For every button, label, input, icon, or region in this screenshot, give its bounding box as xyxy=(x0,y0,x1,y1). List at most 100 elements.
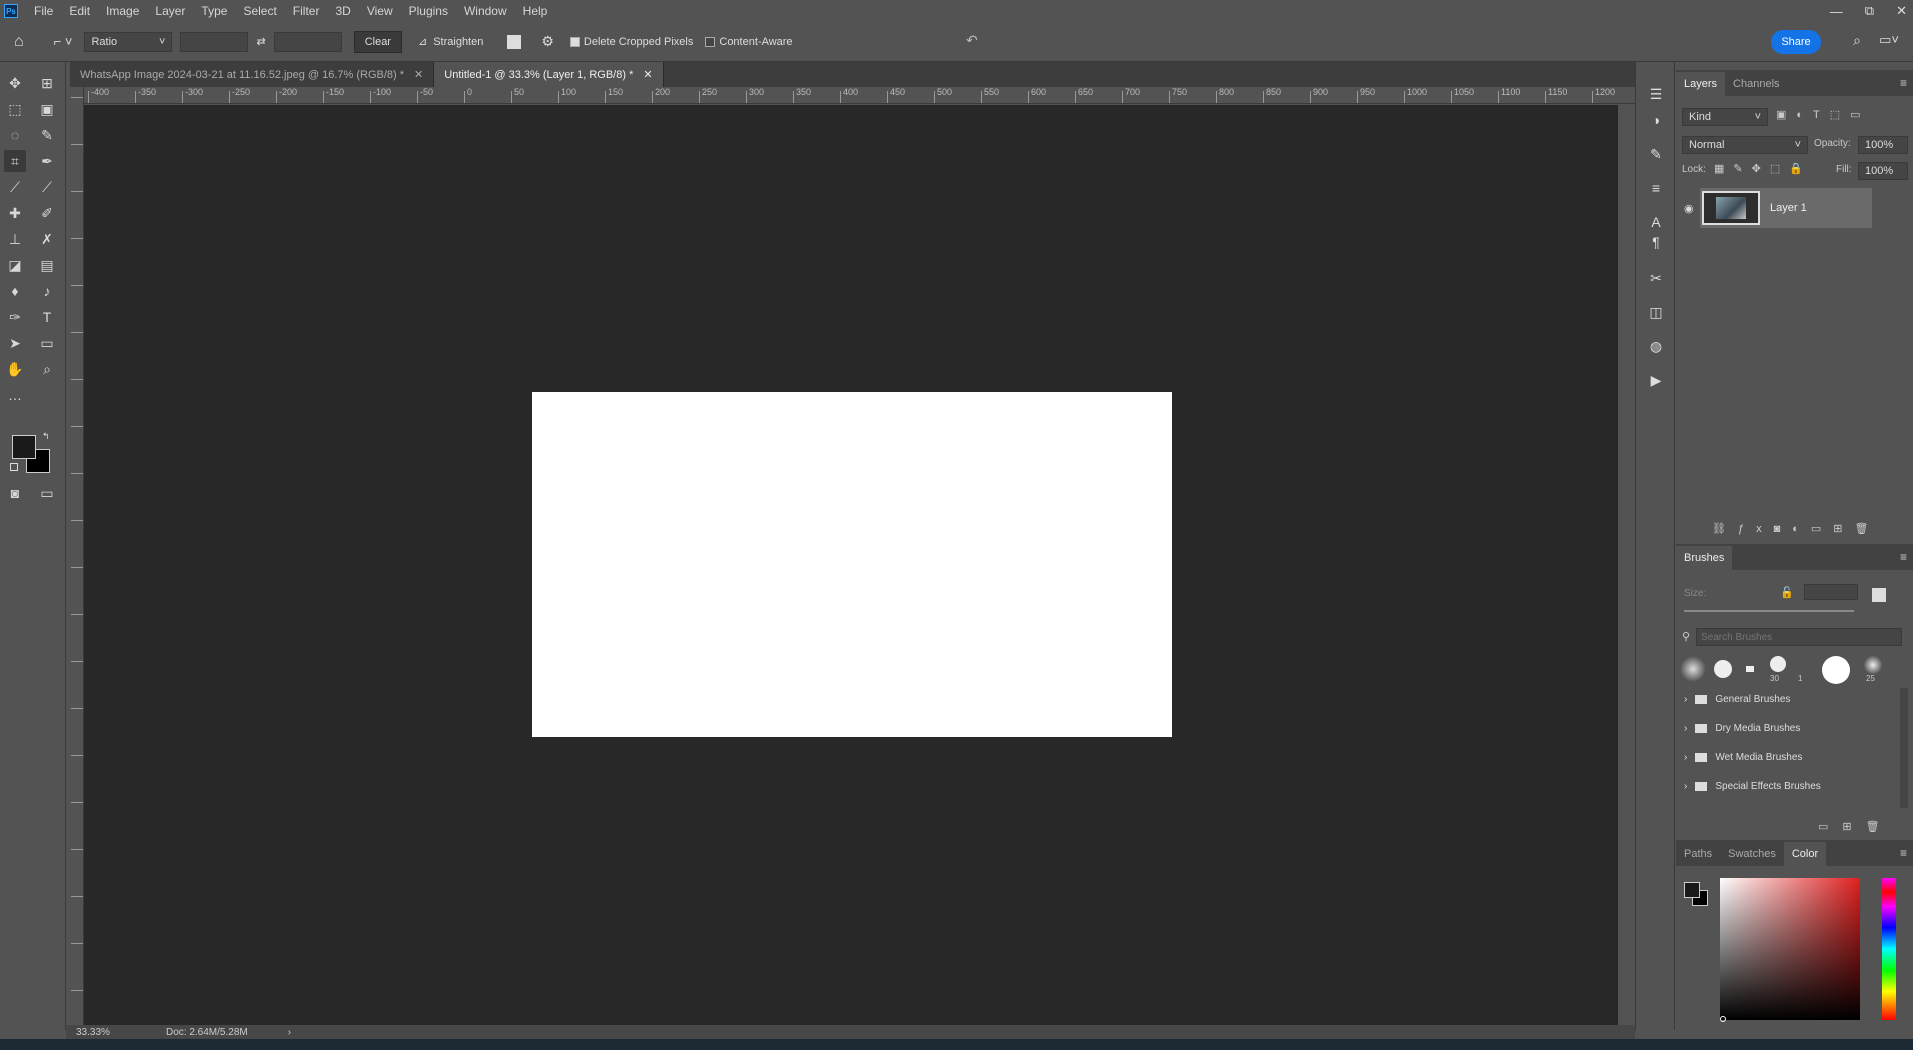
zoom-tool-icon[interactable]: ⌕ xyxy=(36,358,58,380)
clone-stamp-tool-icon[interactable]: ⊥ xyxy=(4,228,26,250)
width-ratio-input[interactable] xyxy=(180,31,249,52)
hand-tool-icon[interactable]: ✋ xyxy=(4,358,26,380)
vertical-scrollbar[interactable] xyxy=(1618,105,1635,1025)
close-icon[interactable]: ✕ xyxy=(1896,3,1907,19)
zoom-level[interactable]: 33.33% xyxy=(76,1027,146,1038)
menu-edit[interactable]: Edit xyxy=(61,4,98,18)
search-icon[interactable]: ⌕ xyxy=(1853,32,1861,49)
screen-mode-icon[interactable]: ▭ xyxy=(36,482,58,504)
object-select-tool-icon[interactable]: ▣ xyxy=(36,98,58,120)
type-tool-icon[interactable]: T xyxy=(36,306,58,328)
gradient-tool-icon[interactable]: ▤ xyxy=(36,254,58,276)
reset-icon[interactable]: ↶ xyxy=(966,32,978,49)
color-fg-swatch[interactable] xyxy=(1684,882,1700,898)
fill-field[interactable]: 100% xyxy=(1858,162,1908,180)
home-icon[interactable]: ⌂ xyxy=(14,33,24,51)
menu-help[interactable]: Help xyxy=(515,4,556,18)
menu-plugins[interactable]: Plugins xyxy=(401,4,456,18)
brush-preset[interactable] xyxy=(1714,660,1732,678)
status-menu-icon[interactable]: › xyxy=(288,1027,291,1038)
clear-button[interactable]: Clear xyxy=(353,30,402,53)
layer-name[interactable]: Layer 1 xyxy=(1770,202,1807,214)
brush-preset[interactable] xyxy=(1864,656,1882,674)
pen-tool-icon[interactable]: ✑ xyxy=(4,306,26,328)
rectangle-tool-icon[interactable]: ▭ xyxy=(36,332,58,354)
document-tab-active[interactable]: Untitled-1 @ 33.3% (Layer 1, RGB/8) * ✕ xyxy=(434,62,664,87)
gear-icon[interactable]: ⚙ xyxy=(541,33,554,50)
menu-filter[interactable]: Filter xyxy=(285,4,328,18)
swap-colors-icon[interactable]: ↰ xyxy=(42,431,50,442)
move-tool-icon[interactable]: ✥ xyxy=(4,72,26,94)
content-aware-checkbox[interactable]: Content-Aware xyxy=(705,36,793,48)
kind-filter-select[interactable]: Kind ˅ xyxy=(1682,108,1768,126)
close-tab-icon[interactable]: ✕ xyxy=(643,68,652,81)
path-select-tool-icon[interactable]: ➤ xyxy=(4,332,26,354)
brush-tool-icon[interactable]: ✐ xyxy=(36,202,58,224)
workspace-icon[interactable]: ▭˅ xyxy=(1879,32,1899,48)
brush-preset[interactable] xyxy=(1680,656,1706,682)
brushes-scrollbar[interactable] xyxy=(1900,688,1908,808)
default-colors-icon[interactable] xyxy=(10,463,18,471)
spot-healing-tool-icon[interactable]: ✚ xyxy=(4,202,26,224)
brush-folder[interactable]: › Dry Media Brushes xyxy=(1684,717,1800,739)
tab-swatches[interactable]: Swatches xyxy=(1720,842,1784,866)
height-ratio-input[interactable] xyxy=(273,31,342,52)
adjustments-panel-icon[interactable]: ◑ xyxy=(1646,110,1666,130)
lock-size-icon[interactable]: 🔓 xyxy=(1780,586,1794,599)
panel-menu-icon[interactable]: ≡ xyxy=(1900,550,1907,564)
filter-icon[interactable]: ⚲ xyxy=(1682,630,1690,643)
menu-window[interactable]: Window xyxy=(456,4,515,18)
tab-paths[interactable]: Paths xyxy=(1676,842,1720,866)
search-brushes-input[interactable] xyxy=(1696,628,1902,646)
ratio-select[interactable]: Ratio ˅ xyxy=(84,31,173,52)
foreground-color-swatch[interactable] xyxy=(12,435,36,459)
document-tab[interactable]: WhatsApp Image 2024-03-21 at 11.16.52.jp… xyxy=(70,62,435,87)
paragraph-panel-icon[interactable]: ¶ xyxy=(1646,232,1666,252)
brush-preset[interactable] xyxy=(1770,656,1786,672)
actions-panel-icon[interactable]: ▶ xyxy=(1646,370,1666,390)
menu-file[interactable]: File xyxy=(26,4,61,18)
swap-icon[interactable]: ⇄ xyxy=(256,35,265,48)
quick-select-tool-icon[interactable]: ✎ xyxy=(36,124,58,146)
properties-panel-icon[interactable]: ≡ xyxy=(1646,178,1666,198)
lock-icons[interactable]: ▦✎✥⬚🔒 xyxy=(1714,162,1812,175)
brush-preset[interactable] xyxy=(1746,666,1754,672)
tab-brushes[interactable]: Brushes xyxy=(1676,546,1733,570)
artboard-tool-icon[interactable]: ⊞ xyxy=(36,72,58,94)
menu-image[interactable]: Image xyxy=(98,4,147,18)
quick-mask-icon[interactable]: ◙ xyxy=(4,482,26,504)
menu-layer[interactable]: Layer xyxy=(147,4,193,18)
character-panel-icon[interactable]: A xyxy=(1646,212,1666,232)
overlay-grid-icon[interactable] xyxy=(507,34,522,49)
canvas-workspace[interactable] xyxy=(84,105,1618,1025)
straighten-icon[interactable]: ⊿ xyxy=(418,35,427,48)
learn-panel-icon[interactable]: ◍ xyxy=(1646,336,1666,356)
panel-menu-icon[interactable]: ≡ xyxy=(1900,76,1907,90)
menu-3d[interactable]: 3D xyxy=(327,4,358,18)
brush-preset[interactable] xyxy=(1822,656,1850,684)
brush-folder[interactable]: › Wet Media Brushes xyxy=(1684,746,1802,768)
history-brush-tool-icon[interactable]: ✗ xyxy=(36,228,58,250)
glyphs-panel-icon[interactable]: ✂ xyxy=(1646,268,1666,288)
visibility-eye-icon[interactable]: ◉ xyxy=(1684,202,1694,215)
blur-tool-icon[interactable]: ♦ xyxy=(4,280,26,302)
eyedropper-tool-icon[interactable]: ✒ xyxy=(36,150,58,172)
libraries-panel-icon[interactable]: ◫ xyxy=(1646,302,1666,322)
eraser-tool-icon[interactable]: ◪ xyxy=(4,254,26,276)
history-panel-icon[interactable]: ☰ xyxy=(1646,84,1666,104)
ruler-tool-icon[interactable]: ⟋ xyxy=(4,176,26,198)
crop-tool-icon[interactable]: ⌗ xyxy=(4,150,26,172)
color-picker-field[interactable] xyxy=(1720,878,1860,1020)
marquee-tool-icon[interactable]: ⬚ xyxy=(4,98,26,120)
hue-slider[interactable] xyxy=(1882,878,1896,1020)
dodge-tool-icon[interactable]: ♪ xyxy=(36,280,58,302)
opacity-field[interactable]: 100% xyxy=(1858,136,1908,154)
lasso-tool-icon[interactable]: ◌ xyxy=(4,124,26,146)
panel-menu-icon[interactable]: ≡ xyxy=(1900,846,1907,860)
layer-row[interactable]: Layer 1 xyxy=(1700,188,1872,228)
brushes-footer-icons[interactable]: ▭⊞🗑 xyxy=(1818,820,1894,833)
straighten-button[interactable]: Straighten xyxy=(433,36,483,48)
minimize-icon[interactable]: — xyxy=(1830,4,1843,19)
document-canvas[interactable] xyxy=(532,392,1172,737)
color-sampler-tool-icon[interactable]: ⟋ xyxy=(36,176,58,198)
